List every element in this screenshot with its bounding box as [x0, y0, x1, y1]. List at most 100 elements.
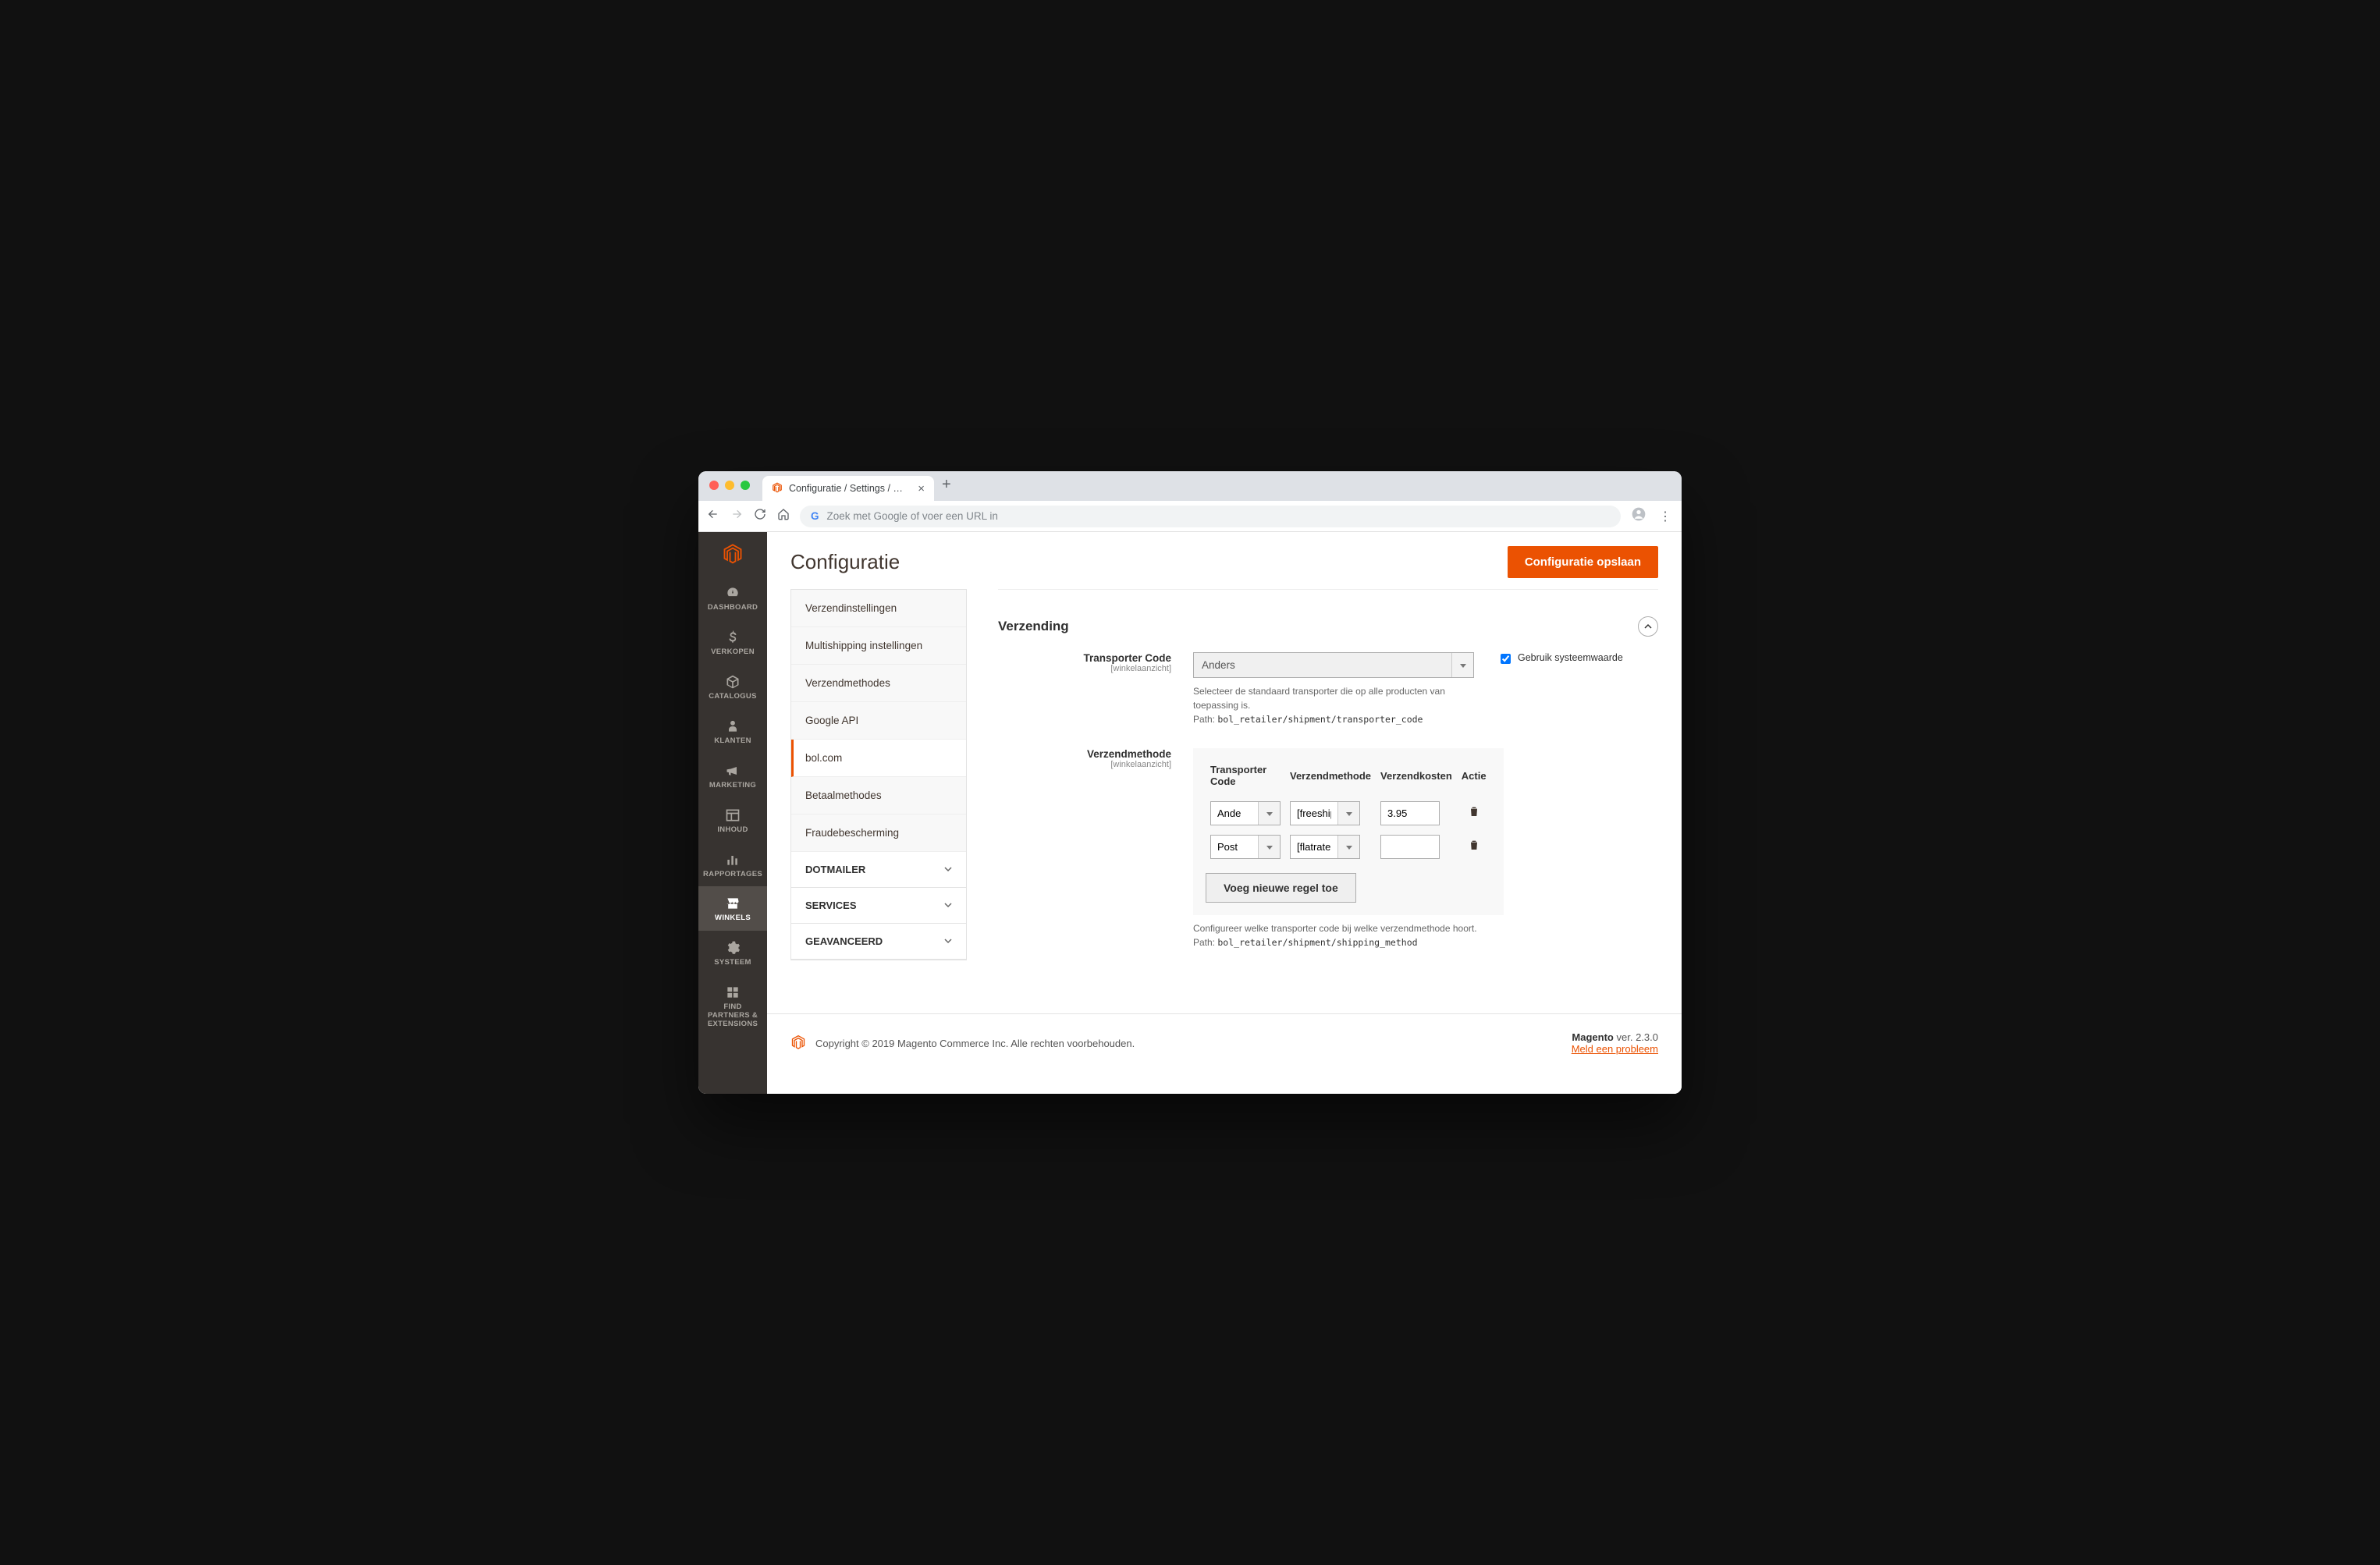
transporter-code-value: [1194, 653, 1451, 677]
field-use-default: Gebruik systeemwaarde: [1474, 652, 1623, 666]
chevron-down-icon[interactable]: [1451, 653, 1473, 677]
sidebar-item-partners[interactable]: FIND PARTNERS & EXTENSIONS: [698, 975, 767, 1037]
profile-icon[interactable]: [1630, 506, 1647, 526]
browser-menu-icon[interactable]: ⋮: [1657, 509, 1674, 524]
report-problem-link[interactable]: Meld een probleem: [1572, 1043, 1658, 1055]
config-panel: Verzending Transporter Code [winkelaanzi…: [967, 589, 1682, 1013]
sidebar-item-rapportages[interactable]: RAPPORTAGES: [698, 843, 767, 887]
sidebar-item-label: VERKOPEN: [711, 648, 755, 657]
blocks-icon: [725, 985, 741, 1000]
row-method-value[interactable]: [1291, 836, 1337, 858]
table-row: [1206, 830, 1491, 864]
fieldset-header[interactable]: Verzending: [998, 609, 1658, 652]
row-method-select[interactable]: [1290, 801, 1360, 825]
browser-title-bar: Configuratie / Settings / Stores × +: [698, 471, 1682, 501]
field-label: Verzendmethode [winkelaanzicht]: [998, 748, 1193, 769]
row-cost-input[interactable]: [1380, 835, 1440, 859]
sidebar-item-dashboard[interactable]: DASHBOARD: [698, 576, 767, 620]
config-nav-item[interactable]: Betaalmethodes: [791, 777, 966, 814]
section-label: DOTMAILER: [805, 864, 865, 875]
use-default-checkbox[interactable]: Gebruik systeemwaarde: [1497, 652, 1623, 666]
tab-title: Configuratie / Settings / Stores: [789, 483, 908, 494]
add-row-button[interactable]: Voeg nieuwe regel toe: [1206, 873, 1356, 903]
nav-forward-icon[interactable]: [730, 508, 744, 524]
config-nav-section[interactable]: SERVICES: [791, 888, 966, 924]
page-header: Configuratie Configuratie opslaan: [767, 532, 1682, 589]
sidebar-item-label: RAPPORTAGES: [703, 871, 762, 879]
nav-reload-icon[interactable]: [753, 508, 767, 524]
sidebar-item-label: DASHBOARD: [708, 604, 758, 612]
divider: [998, 589, 1658, 590]
browser-tab[interactable]: Configuratie / Settings / Stores ×: [762, 476, 934, 501]
save-config-button[interactable]: Configuratie opslaan: [1508, 546, 1658, 578]
row-transporter-select[interactable]: [1210, 801, 1281, 825]
row-transporter-value[interactable]: [1211, 836, 1258, 858]
row-delete-button[interactable]: [1457, 830, 1491, 864]
row-transporter-select[interactable]: [1210, 835, 1281, 859]
sidebar-item-winkels[interactable]: WINKELS: [698, 886, 767, 931]
window-controls: [709, 481, 750, 490]
browser-window: Configuratie / Settings / Stores × + G Z…: [698, 471, 1682, 1094]
collapse-toggle-icon[interactable]: [1638, 616, 1658, 637]
layout-icon: [725, 807, 741, 823]
sidebar-item-marketing[interactable]: MARKETING: [698, 754, 767, 798]
store-icon: [725, 896, 741, 911]
magento-logo-icon[interactable]: [698, 532, 767, 576]
field-control: Selecteer de standaard transporter die o…: [1193, 652, 1474, 726]
row-delete-button[interactable]: [1457, 797, 1491, 830]
sidebar-item-klanten[interactable]: KLANTEN: [698, 709, 767, 754]
chevron-down-icon[interactable]: [1337, 802, 1359, 825]
config-nav-item[interactable]: Verzendinstellingen: [791, 590, 966, 627]
window-minimize-button[interactable]: [725, 481, 734, 490]
table-row: [1206, 797, 1491, 830]
field-label: Transporter Code [winkelaanzicht]: [998, 652, 1193, 673]
trash-icon: [1468, 841, 1480, 854]
table-header: Verzendkosten: [1376, 761, 1457, 797]
field-transporter-code: Transporter Code [winkelaanzicht] Select…: [998, 652, 1658, 726]
sidebar-item-label: WINKELS: [715, 914, 751, 923]
browser-toolbar: G Zoek met Google of voer een URL in ⋮: [698, 501, 1682, 532]
row-method-select[interactable]: [1290, 835, 1360, 859]
row-transporter-value[interactable]: [1211, 802, 1258, 825]
new-tab-button[interactable]: +: [942, 476, 951, 494]
chevron-down-icon[interactable]: [1337, 836, 1359, 858]
chevron-down-icon: [944, 864, 952, 875]
gear-icon: [725, 940, 741, 956]
content-area: Configuratie Configuratie opslaan Verzen…: [767, 532, 1682, 1094]
nav-home-icon[interactable]: [776, 508, 790, 524]
sidebar-item-verkopen[interactable]: VERKOPEN: [698, 620, 767, 665]
sidebar-item-label: INHOUD: [717, 826, 748, 835]
row-method-value[interactable]: [1291, 802, 1337, 825]
config-nav-item[interactable]: Multishipping instellingen: [791, 627, 966, 665]
chevron-down-icon[interactable]: [1258, 802, 1280, 825]
config-nav-section[interactable]: GEAVANCEERD: [791, 924, 966, 960]
trash-icon: [1468, 807, 1480, 821]
nav-back-icon[interactable]: [706, 508, 720, 524]
box-icon: [725, 674, 741, 690]
address-bar[interactable]: G Zoek met Google of voer een URL in: [800, 506, 1621, 527]
tab-close-icon[interactable]: ×: [918, 482, 925, 495]
window-zoom-button[interactable]: [741, 481, 750, 490]
sidebar-item-inhoud[interactable]: INHOUD: [698, 798, 767, 843]
window-close-button[interactable]: [709, 481, 719, 490]
row-cost-input[interactable]: [1380, 801, 1440, 825]
config-nav-item[interactable]: bol.com: [791, 740, 966, 777]
chevron-down-icon[interactable]: [1258, 836, 1280, 858]
megaphone-icon: [725, 763, 741, 779]
sidebar-item-label: MARKETING: [709, 782, 756, 790]
sidebar-item-systeem[interactable]: SYSTEEM: [698, 931, 767, 975]
sidebar-item-label: SYSTEEM: [714, 959, 751, 967]
shipping-method-table: Transporter CodeVerzendmethodeVerzendkos…: [1193, 748, 1504, 915]
config-nav-section[interactable]: DOTMAILER: [791, 852, 966, 888]
table-header: Transporter Code: [1206, 761, 1285, 797]
use-default-input[interactable]: [1501, 654, 1511, 664]
config-nav-item[interactable]: Verzendmethodes: [791, 665, 966, 702]
config-nav-item[interactable]: Google API: [791, 702, 966, 740]
section-label: SERVICES: [805, 900, 857, 911]
gauge-icon: [725, 585, 741, 601]
transporter-code-select[interactable]: [1193, 652, 1474, 678]
config-nav-item[interactable]: Fraudebescherming: [791, 814, 966, 852]
dollar-icon: [725, 630, 741, 645]
sidebar-item-catalogus[interactable]: CATALOGUS: [698, 665, 767, 709]
fieldset-title: Verzending: [998, 619, 1069, 634]
